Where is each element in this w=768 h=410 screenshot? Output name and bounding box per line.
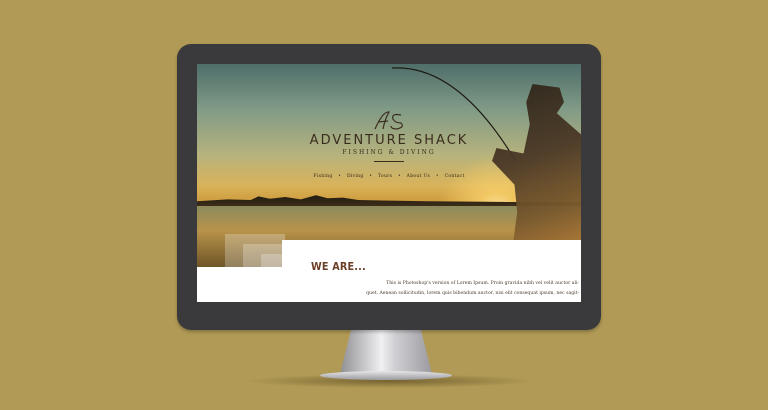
main-nav: Fishing • Diving • Tours • About Us • Co… [197, 174, 581, 179]
brand-logo[interactable]: ADVENTURE SHACK FISHING & DIVING [197, 109, 581, 162]
website-screen: ADVENTURE SHACK FISHING & DIVING Fishing… [197, 64, 581, 302]
nav-item-about-us[interactable]: About Us [407, 174, 430, 179]
nav-separator: • [435, 174, 439, 179]
nav-item-contact[interactable]: Contact [445, 174, 465, 179]
as-monogram-logo-icon [374, 111, 403, 130]
brand-title: ADVENTURE SHACK [309, 133, 469, 148]
nav-item-diving[interactable]: Diving [347, 174, 364, 179]
monitor-stand-neck [340, 330, 432, 374]
monitor-frame: ADVENTURE SHACK FISHING & DIVING Fishing… [177, 44, 601, 330]
nav-separator: • [397, 174, 401, 179]
content-left-panel [197, 267, 282, 302]
nav-item-tours[interactable]: Tours [378, 174, 392, 179]
brand-subtitle: FISHING & DIVING [342, 149, 436, 156]
about-paragraph-line-2: quet. Aenean sollicitudin, lorem quis bi… [366, 291, 579, 296]
brand-divider [374, 161, 404, 162]
nav-separator: • [369, 174, 373, 179]
nav-separator: • [338, 174, 342, 179]
hero-image: ADVENTURE SHACK FISHING & DIVING Fishing… [197, 64, 581, 267]
about-paragraph-line-1: This is Photoshop's version of Lorem Ips… [386, 281, 579, 286]
nav-item-fishing[interactable]: Fishing [313, 174, 332, 179]
monitor-stand-base [320, 371, 452, 380]
about-heading: WE ARE... [311, 260, 366, 273]
about-paragraph: This is Photoshop's version of Lorem Ips… [317, 279, 579, 299]
